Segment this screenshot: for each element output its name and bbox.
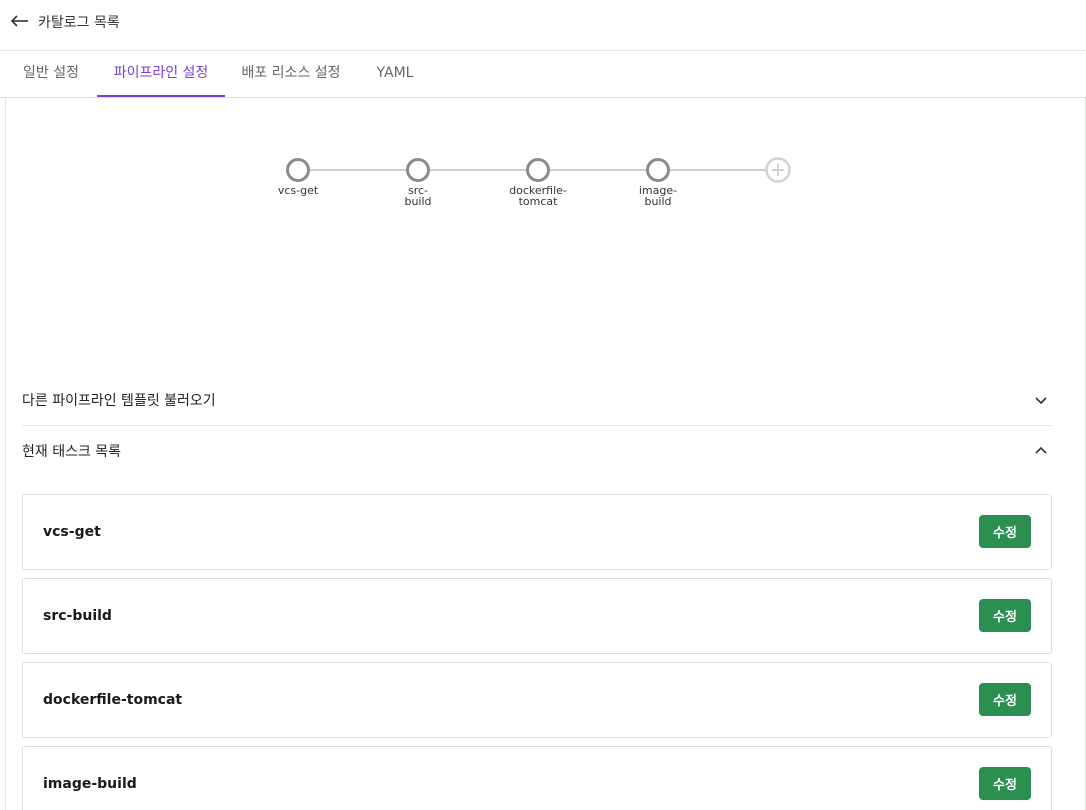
chevron-up-icon[interactable] (1030, 440, 1052, 462)
pipeline-graph (286, 157, 791, 183)
tab-general-settings[interactable]: 일반 설정 (16, 51, 86, 96)
task-name: src-build (43, 608, 112, 624)
pipeline-node-label: image- build (623, 185, 693, 207)
pipeline-node-label: dockerfile- tomcat (503, 185, 573, 207)
task-name: vcs-get (43, 524, 101, 540)
pipeline-node-image-build[interactable] (646, 158, 670, 182)
node-label-line: vcs-get (277, 184, 319, 197)
tab-yaml[interactable]: YAML (368, 51, 422, 96)
back-to-catalog-link[interactable]: 카탈로그 목록 (38, 12, 120, 32)
edit-task-button[interactable]: 수정 (979, 515, 1031, 548)
edit-task-button[interactable]: 수정 (979, 767, 1031, 800)
current-tasks-accordion[interactable]: 현재 태스크 목록 (22, 426, 1052, 476)
tab-pipeline-settings[interactable]: 파이프라인 설정 (97, 51, 225, 97)
pipeline-node-label: vcs-get (263, 185, 333, 196)
current-tasks-title: 현재 태스크 목록 (22, 444, 122, 460)
task-card: image-build 수정 (22, 746, 1052, 810)
node-label-line: build (404, 195, 432, 208)
pipeline-node-vcs-get[interactable] (286, 158, 310, 182)
pipeline-diagram: vcs-get src- build dockerfile- tomcat im… (6, 98, 1085, 238)
pipeline-node-label: src- build (383, 185, 453, 207)
tab-deploy-resource-settings[interactable]: 배포 리소스 설정 (236, 51, 346, 96)
load-template-accordion[interactable]: 다른 파이프라인 템플릿 불러오기 (22, 375, 1052, 425)
task-card: src-build 수정 (22, 578, 1052, 654)
chevron-down-icon[interactable] (1030, 389, 1052, 411)
back-arrow-icon[interactable] (8, 10, 32, 32)
settings-tabs: 일반 설정 파이프라인 설정 배포 리소스 설정 YAML (0, 51, 1086, 98)
task-name: dockerfile-tomcat (43, 692, 183, 708)
add-task-plus-icon[interactable] (765, 157, 791, 183)
node-label-line: build (644, 195, 672, 208)
load-template-title: 다른 파이프라인 템플릿 불러오기 (22, 393, 216, 409)
pipeline-settings-panel: vcs-get src- build dockerfile- tomcat im… (5, 98, 1086, 810)
edit-task-button[interactable]: 수정 (979, 683, 1031, 716)
top-bar: 카탈로그 목록 (0, 0, 1086, 51)
task-card: dockerfile-tomcat 수정 (22, 662, 1052, 738)
task-card: vcs-get 수정 (22, 494, 1052, 570)
node-label-line: tomcat (518, 195, 558, 208)
edit-task-button[interactable]: 수정 (979, 599, 1031, 632)
pipeline-node-dockerfile-tomcat[interactable] (526, 158, 550, 182)
task-name: image-build (43, 776, 137, 792)
pipeline-node-src-build[interactable] (406, 158, 430, 182)
